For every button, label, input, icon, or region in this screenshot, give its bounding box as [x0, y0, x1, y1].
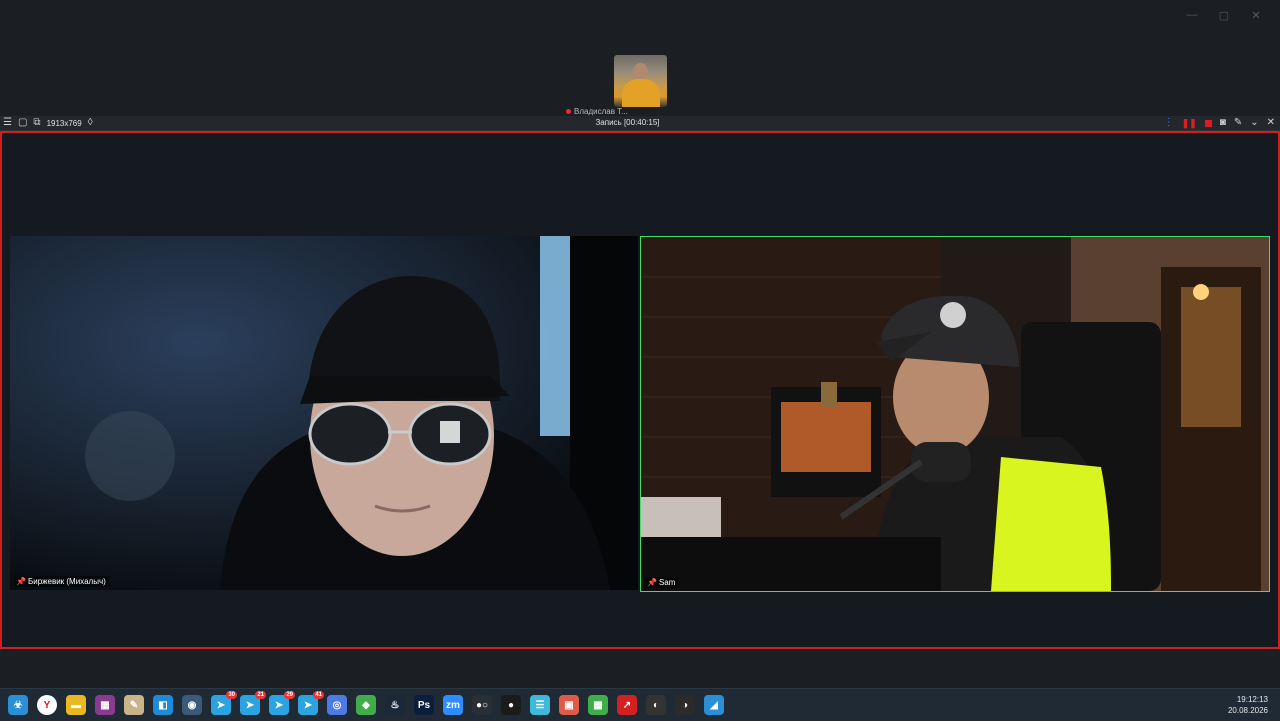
telegram-icon-2[interactable]: ➤ 21: [240, 691, 266, 715]
obs-studio-icon[interactable]: ◑: [675, 695, 695, 715]
video-right-image: [641, 237, 1269, 591]
recording-title: Запись [00:40:15]: [595, 118, 660, 127]
taskbar-icon-glyph: Ps: [417, 699, 431, 711]
more-icon[interactable]: ⋮: [1164, 117, 1174, 129]
taskbar-icons: ☣ Y ▬ ▦ ✎ ◧ ◉ ➤ 30 ➤ 21 ➤ 29 ➤ 41 ◎ ◆ ♨ Ps zm ●○ ● ☰ ▣ ▦ ↗ ◐ ◑ ◢: [8, 691, 724, 715]
pin-icon: 📌: [647, 578, 657, 587]
thumbnail-body: [622, 79, 660, 107]
clock-date: 20.08.2026: [1227, 706, 1268, 715]
maximize-button[interactable]: ▢: [1208, 6, 1240, 24]
close-button[interactable]: ✕: [1240, 6, 1272, 24]
clock-time: 19:12:13: [1236, 695, 1268, 704]
thumbnail-name-text: Владислав Т...: [574, 108, 628, 116]
notification-badge: 30: [226, 691, 237, 699]
taskbar-icon-glyph: zm: [446, 699, 460, 711]
mic-muted-icon: [566, 109, 571, 114]
taskbar-icon-glyph: ◢: [710, 699, 718, 711]
camera-icon[interactable]: ◙: [1220, 117, 1226, 129]
pin-icon: 📌: [16, 577, 26, 586]
notification-badge: 21: [255, 691, 266, 699]
notification-badge: 41: [313, 691, 324, 699]
spreadsheet-icon[interactable]: ▦: [588, 695, 608, 715]
taskbar-icon-glyph: ♨: [390, 699, 400, 711]
taskbar-clock[interactable]: 19:12:13 20.08.2026: [1228, 694, 1268, 716]
arrow-app-icon[interactable]: ↗: [617, 695, 637, 715]
telegram-icon[interactable]: ➤ 30: [211, 691, 237, 715]
chrome-icon[interactable]: ◎: [327, 695, 347, 715]
photoshop-icon[interactable]: Ps: [414, 695, 434, 715]
participant-name-label: 📌 Sam: [645, 577, 680, 588]
video-tile-left[interactable]: 📌 Биржевик (Михалыч): [10, 236, 638, 590]
biohazard-icon[interactable]: ☣: [8, 695, 28, 715]
video-left-image: [10, 236, 638, 590]
taskbar-icon-glyph: ▬: [71, 699, 81, 711]
taskbar-icon-glyph: ➤: [216, 699, 226, 711]
taskbar-icon-glyph: ☣: [13, 699, 23, 711]
file-explorer-icon[interactable]: ▬: [66, 695, 86, 715]
taskbar-icon-glyph: ✎: [129, 699, 139, 711]
window-controls: — ▢ ✕: [1176, 6, 1272, 24]
puzzle-icon[interactable]: ✎: [124, 695, 144, 715]
recording-frame: 📌 Биржевик (Михалыч) 📌 Sam: [0, 131, 1280, 649]
record-icon[interactable]: ●: [501, 695, 521, 715]
stop-icon[interactable]: [1204, 119, 1212, 127]
taskbar-icon-glyph: ▦: [100, 699, 110, 711]
telegram-icon-4[interactable]: ➤ 41: [298, 691, 324, 715]
globe-icon[interactable]: ◉: [182, 695, 202, 715]
participant-name: Sam: [658, 578, 676, 587]
collapse-icon[interactable]: ⌄: [1250, 117, 1258, 129]
pause-icon[interactable]: ❚❚: [1182, 118, 1197, 129]
taskbar-icon-glyph: ◆: [362, 699, 370, 711]
recording-toolbar: ☰ ▢ ⧉ 1913x769 ◊ Запись [00:40:15] ⋮ ❚❚ …: [0, 116, 1280, 131]
taskbar-icon-glyph: Y: [43, 699, 51, 711]
taskbar-icon-glyph: ◑: [681, 699, 689, 711]
paint-icon[interactable]: ◢: [704, 695, 724, 715]
taskbar-icon-glyph: ➤: [245, 699, 255, 711]
yandex-browser-icon[interactable]: Y: [37, 695, 57, 715]
taskbar-icon-glyph: ●: [507, 699, 515, 711]
video-tile-right[interactable]: 📌 Sam: [640, 236, 1270, 592]
minimize-button[interactable]: —: [1176, 6, 1208, 24]
telegram-icon-3[interactable]: ➤ 29: [269, 691, 295, 715]
pdf-icon[interactable]: ▣: [559, 695, 579, 715]
steam-icon[interactable]: ♨: [385, 695, 405, 715]
taskbar-icon-glyph: ➤: [274, 699, 284, 711]
taskbar-icon-glyph: ◎: [332, 699, 342, 711]
close-icon[interactable]: ✕: [1267, 117, 1275, 129]
store-icon[interactable]: ◧: [153, 695, 173, 715]
taskbar-icon-glyph: ◉: [187, 699, 197, 711]
taskbar-icon-glyph: ▦: [593, 699, 603, 711]
zoom-icon[interactable]: zm: [443, 695, 463, 715]
taskbar: ☣ Y ▬ ▦ ✎ ◧ ◉ ➤ 30 ➤ 21 ➤ 29 ➤ 41 ◎ ◆ ♨ Ps zm ●○ ● ☰ ▣ ▦ ↗ ◐ ◑ ◢ 19:…: [0, 688, 1280, 721]
taskbar-icon-glyph: ▣: [564, 699, 574, 711]
notes-icon[interactable]: ☰: [530, 695, 550, 715]
obs-icon[interactable]: ◐: [646, 695, 666, 715]
taskbar-icon-glyph: ◧: [158, 699, 168, 711]
obs-dots-icon[interactable]: ●○: [472, 695, 492, 715]
taskbar-icon-glyph: ➤: [303, 699, 313, 711]
participant-name-label: 📌 Биржевик (Михалыч): [14, 576, 110, 587]
taskbar-icon-glyph: ●○: [475, 699, 489, 711]
taskbar-icon-glyph: ◐: [652, 699, 660, 711]
android-icon[interactable]: ◆: [356, 695, 376, 715]
participant-thumbnail[interactable]: [614, 55, 667, 107]
pencil-icon[interactable]: ✎: [1234, 117, 1242, 129]
thumbnail-name: Владислав Т...: [566, 108, 676, 116]
taskbar-icon-glyph: ☰: [535, 699, 545, 711]
taskbar-icon-glyph: ↗: [622, 699, 632, 711]
winrar-icon[interactable]: ▦: [95, 695, 115, 715]
participant-name: Биржевик (Михалыч): [27, 577, 106, 586]
notification-badge: 29: [284, 691, 295, 699]
